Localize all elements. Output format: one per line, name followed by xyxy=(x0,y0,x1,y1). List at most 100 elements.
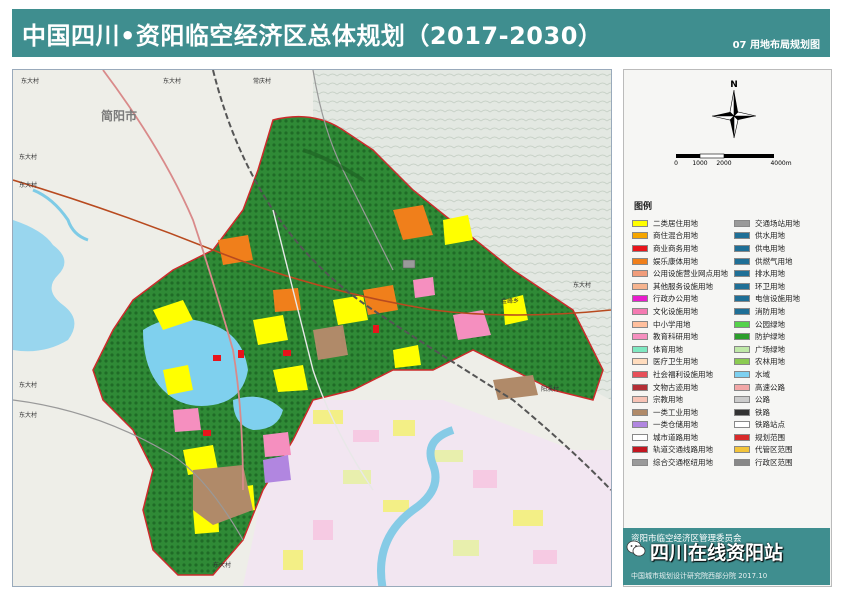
legend-label: 一类工业用地 xyxy=(653,407,698,417)
legend-swatch xyxy=(734,307,750,315)
legend-label: 公用设施营业网点用地 xyxy=(653,269,728,279)
scale-bar: 0 1000 2000 4000m xyxy=(671,148,801,170)
legend-item: 文物古迹用地 xyxy=(632,381,728,394)
legend-item: 一类仓储用地 xyxy=(632,419,728,432)
legend-swatch xyxy=(632,446,648,454)
legend-item: 其他服务设施用地 xyxy=(632,280,728,293)
legend-label: 铁路 xyxy=(755,407,770,417)
legend-swatch xyxy=(734,270,750,278)
legend-swatch xyxy=(632,345,648,353)
legend-label: 文化设施用地 xyxy=(653,306,698,316)
legend-swatch xyxy=(632,282,648,290)
legend-label: 医疗卫生用地 xyxy=(653,357,698,367)
legend-label: 供燃气用地 xyxy=(755,256,793,266)
legend-swatch xyxy=(632,433,648,441)
legend-label: 供水用地 xyxy=(755,231,785,241)
watermark: 四川在线资阳站 xyxy=(650,542,784,564)
legend-swatch xyxy=(734,333,750,341)
legend-label: 轨道交通线路用地 xyxy=(653,445,713,455)
legend-label: 环卫用地 xyxy=(755,281,785,291)
legend-item: 供水用地 xyxy=(734,230,800,243)
wechat-icon xyxy=(626,540,646,557)
legend-item: 农林用地 xyxy=(734,356,800,369)
legend-swatch xyxy=(632,244,648,252)
legend-item: 轨道交通线路用地 xyxy=(632,444,728,457)
legend-swatch xyxy=(632,320,648,328)
legend-item: 水域 xyxy=(734,368,800,381)
legend-label: 行政办公用地 xyxy=(653,294,698,304)
place-label: 东大村 xyxy=(19,382,38,389)
legend-item: 交通场站用地 xyxy=(734,217,800,230)
legend-label: 农林用地 xyxy=(755,357,785,367)
legend-label: 消防用地 xyxy=(755,306,785,316)
legend-swatch xyxy=(632,219,648,227)
legend-item: 文化设施用地 xyxy=(632,305,728,318)
legend-item: 社会福利设施用地 xyxy=(632,368,728,381)
legend-item: 铁路 xyxy=(734,406,800,419)
legend-swatch xyxy=(632,459,648,467)
legend-label: 其他服务设施用地 xyxy=(653,281,713,291)
scale-tick-label: 4000m xyxy=(770,160,791,166)
legend-item: 高速公路 xyxy=(734,381,800,394)
legend-swatch xyxy=(632,295,648,303)
legend-item: 公用设施营业网点用地 xyxy=(632,267,728,280)
legend-swatch xyxy=(632,421,648,429)
legend-label: 商住混合用地 xyxy=(653,231,698,241)
legend-item: 电信设施用地 xyxy=(734,293,800,306)
scale-tick-label: 1000 xyxy=(692,160,707,166)
north-arrow: N xyxy=(707,78,761,144)
place-label: 东大村 xyxy=(21,78,40,85)
legend-item: 行政区范围 xyxy=(734,456,800,469)
scale-tick-label: 0 xyxy=(674,160,678,166)
legend-label: 排水用地 xyxy=(755,269,785,279)
legend-swatch xyxy=(734,421,750,429)
legend-swatch xyxy=(632,307,648,315)
place-label: 金峰乡 xyxy=(501,298,520,305)
legend-item: 供燃气用地 xyxy=(734,255,800,268)
legend-swatch xyxy=(632,358,648,366)
legend-label: 综合交通枢纽用地 xyxy=(653,458,713,468)
north-label: N xyxy=(730,80,738,90)
legend-label: 铁路站点 xyxy=(755,420,785,430)
legend-label: 水域 xyxy=(755,369,770,379)
legend-item: 环卫用地 xyxy=(734,280,800,293)
legend-label: 体育用地 xyxy=(653,344,683,354)
legend-item: 中小学用地 xyxy=(632,318,728,331)
legend-label: 社会福利设施用地 xyxy=(653,369,713,379)
legend-item: 供电用地 xyxy=(734,242,800,255)
land-use-map[interactable]: 简阳市 东大村 东大村 常庆村 东大村 东大村 东大村 金峰乡 阳溪村 东大村 … xyxy=(12,69,612,587)
scale-tick-label: 2000 xyxy=(716,160,731,166)
legend-item: 二类居住用地 xyxy=(632,217,728,230)
legend-label: 中小学用地 xyxy=(653,319,691,329)
legend-label: 宗教用地 xyxy=(653,395,683,405)
designer-credit: 中国城市规划设计研究院西部分院 2017.10 xyxy=(631,572,768,580)
legend-swatch xyxy=(734,370,750,378)
legend-label: 行政区范围 xyxy=(755,458,793,468)
legend-item: 消防用地 xyxy=(734,305,800,318)
legend-item: 综合交通枢纽用地 xyxy=(632,456,728,469)
legend-swatch xyxy=(734,408,750,416)
legend-swatch xyxy=(734,232,750,240)
legend-item: 防护绿地 xyxy=(734,330,800,343)
place-label: 东大村 xyxy=(573,282,592,289)
place-label: 东大村 xyxy=(19,154,38,161)
legend-swatch xyxy=(734,433,750,441)
legend-swatch xyxy=(632,370,648,378)
place-label: 东大村 xyxy=(163,78,182,85)
legend-item: 商业商务用地 xyxy=(632,242,728,255)
legend-title: 图例 xyxy=(634,202,653,212)
legend-item: 公路 xyxy=(734,393,800,406)
legend-swatch xyxy=(734,446,750,454)
legend-label: 娱乐康体用地 xyxy=(653,256,698,266)
legend-label: 广场绿地 xyxy=(755,344,785,354)
legend-swatch xyxy=(632,333,648,341)
place-label: 东大村 xyxy=(19,412,38,419)
place-label: 东大村 xyxy=(213,562,232,569)
legend-swatch xyxy=(632,408,648,416)
legend-swatch xyxy=(734,219,750,227)
legend-item: 城市道路用地 xyxy=(632,431,728,444)
legend-label: 教育科研用地 xyxy=(653,332,698,342)
legend-item: 医疗卫生用地 xyxy=(632,356,728,369)
title-bar: 中国四川•资阳临空经济区总体规划（2017-2030） 07 用地布局规划图 xyxy=(12,9,830,57)
legend-swatch xyxy=(632,257,648,265)
